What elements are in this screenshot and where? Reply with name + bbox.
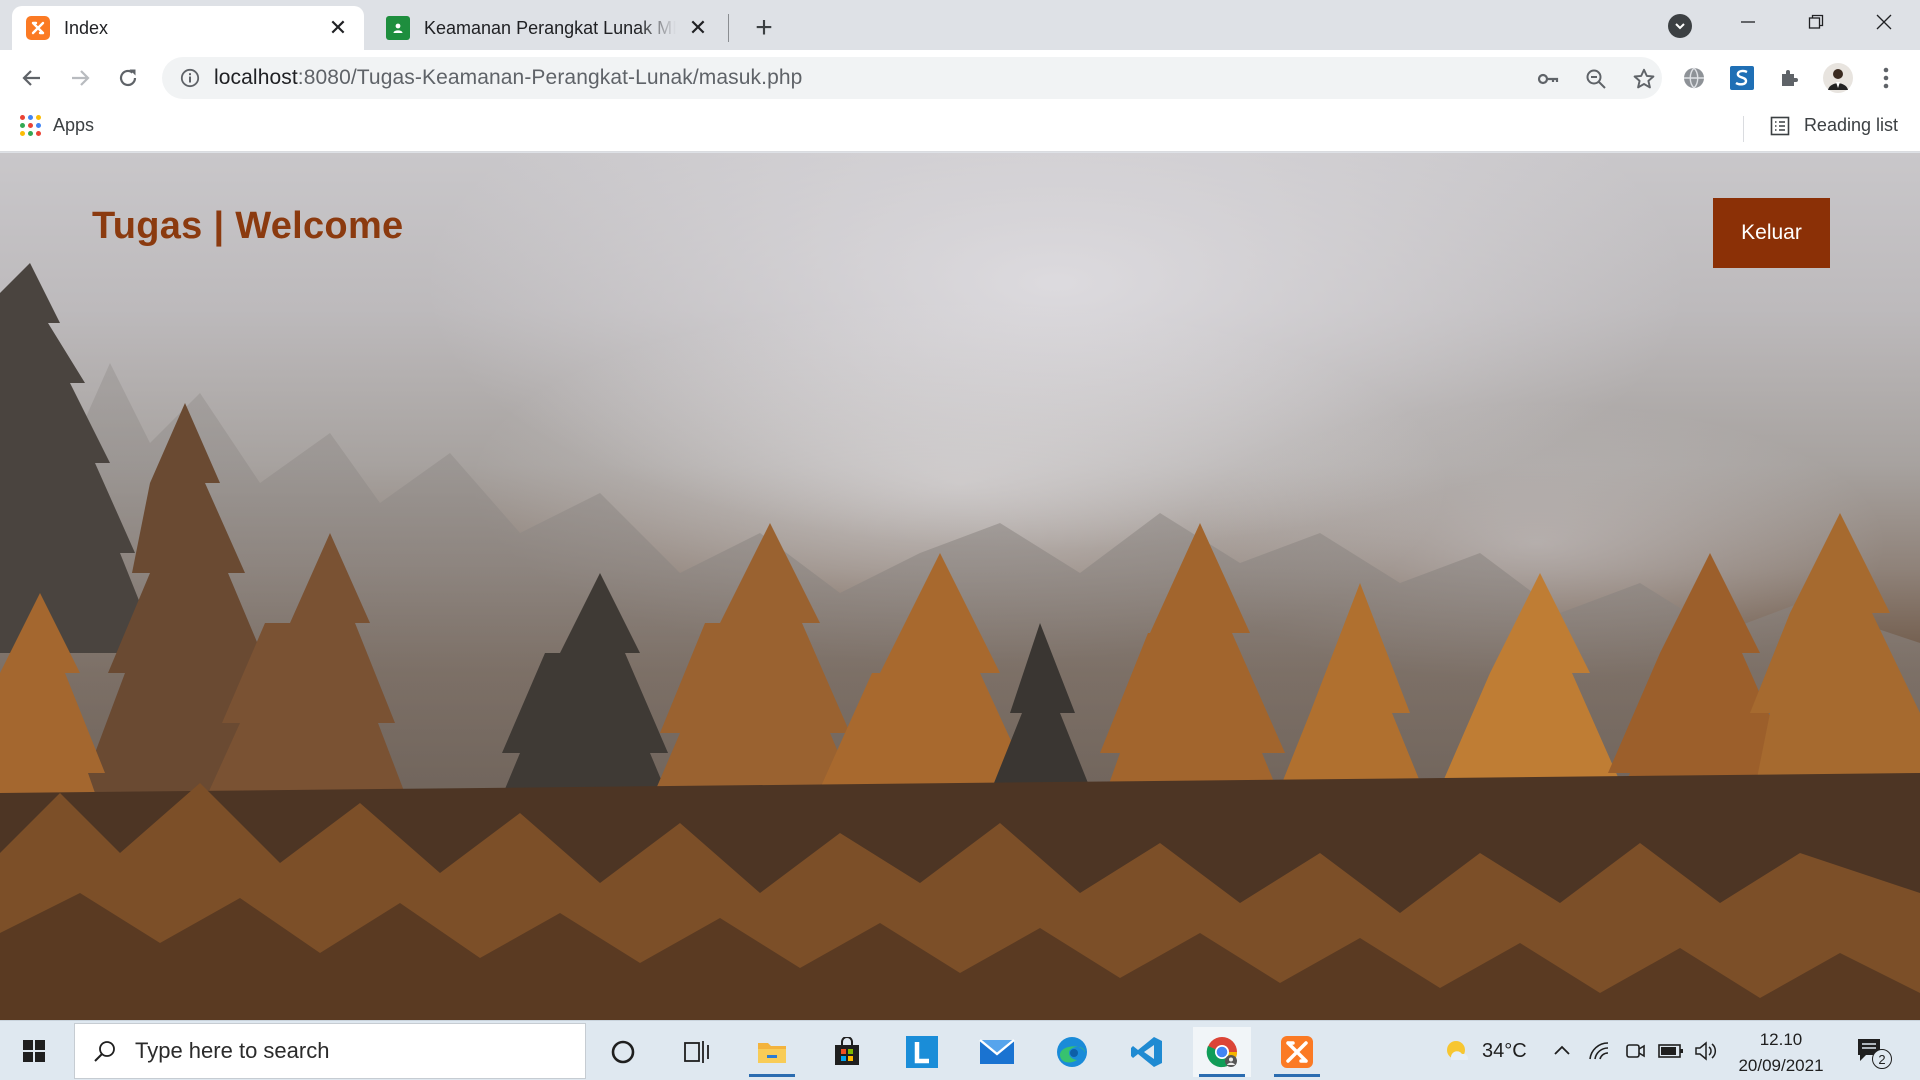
tab-search-icon[interactable] <box>1668 14 1692 38</box>
extensions-puzzle-icon[interactable] <box>1774 62 1806 94</box>
task-view-icon[interactable] <box>668 1027 726 1077</box>
taskbar-search-box[interactable]: Type here to search <box>74 1023 586 1079</box>
microsoft-store-icon[interactable] <box>818 1027 876 1077</box>
cortana-icon[interactable] <box>594 1027 652 1077</box>
bookmark-star-icon[interactable] <box>1630 65 1658 93</box>
page-title: Tugas | Welcome <box>92 205 404 247</box>
meet-now-icon[interactable] <box>1624 1021 1646 1080</box>
tab-separator <box>728 14 729 42</box>
wifi-icon[interactable] <box>1588 1021 1612 1080</box>
browser-toolbar: localhost:8080/Tugas-Keamanan-Perangkat-… <box>0 50 1920 106</box>
tab-title: Keamanan Perangkat Lunak MI 2 <box>424 17 676 38</box>
xampp-icon[interactable] <box>1268 1027 1326 1077</box>
windows-taskbar: Type here to search 34°C 12.10 20/09/202… <box>0 1020 1920 1080</box>
url-text: localhost:8080/Tugas-Keamanan-Perangkat-… <box>214 66 803 89</box>
chrome-menu-icon[interactable] <box>1870 62 1902 94</box>
close-icon[interactable]: ✕ <box>326 15 350 40</box>
mail-icon[interactable] <box>968 1027 1026 1077</box>
apps-grid-icon <box>20 115 41 136</box>
new-tab-button[interactable]: + <box>748 11 780 44</box>
forward-button[interactable] <box>60 58 100 98</box>
weather-temperature: 34°C <box>1482 1039 1527 1062</box>
notification-icon: 2 <box>1856 1037 1892 1069</box>
profile-avatar[interactable] <box>1822 62 1854 94</box>
close-icon[interactable]: ✕ <box>686 15 710 40</box>
taskbar-clock[interactable]: 12.10 20/09/2021 <box>1726 1027 1836 1079</box>
tab-title: Index <box>64 17 109 38</box>
clock-time: 12.10 <box>1759 1030 1803 1049</box>
tab-strip: Index ✕ Keamanan Perangkat Lunak MI 2 ✕ … <box>0 0 1920 50</box>
s-extension-icon[interactable] <box>1726 62 1758 94</box>
tab-index[interactable]: Index ✕ <box>12 6 364 50</box>
xampp-icon <box>26 16 50 40</box>
action-center-button[interactable]: 2 <box>1856 1021 1892 1080</box>
battery-icon[interactable] <box>1658 1021 1684 1080</box>
globe-extension-icon[interactable] <box>1678 62 1710 94</box>
file-explorer-icon[interactable] <box>743 1027 801 1077</box>
reading-list-label: Reading list <box>1803 115 1898 135</box>
reload-button[interactable] <box>108 58 148 98</box>
search-placeholder: Type here to search <box>135 1038 330 1063</box>
notification-count: 2 <box>1872 1049 1892 1069</box>
apps-label: Apps <box>53 115 95 135</box>
bookmarks-separator <box>1743 116 1744 142</box>
address-bar[interactable]: localhost:8080/Tugas-Keamanan-Perangkat-… <box>162 57 1662 99</box>
back-button[interactable] <box>12 58 52 98</box>
forest-background-image <box>0 263 1920 1020</box>
reading-list-button[interactable]: Reading list <box>1770 115 1898 136</box>
show-hidden-icons-chevron-icon[interactable] <box>1552 1021 1572 1080</box>
weather-sun-icon <box>1442 1036 1472 1066</box>
edge-icon[interactable] <box>1043 1027 1101 1077</box>
zoom-out-icon[interactable] <box>1582 65 1610 93</box>
restore-button[interactable] <box>1786 0 1846 44</box>
chrome-icon[interactable] <box>1193 1027 1251 1077</box>
close-window-button[interactable] <box>1854 0 1914 44</box>
volume-icon[interactable] <box>1694 1021 1718 1080</box>
weather-widget[interactable]: 34°C <box>1442 1021 1527 1080</box>
vscode-icon[interactable] <box>1118 1027 1176 1077</box>
tab-classroom[interactable]: Keamanan Perangkat Lunak MI 2 ✕ <box>372 6 724 50</box>
windows-start-button[interactable] <box>10 1031 58 1071</box>
clock-date: 20/09/2021 <box>1738 1056 1824 1075</box>
page-content: Tugas | Welcome Keluar <box>0 153 1920 1020</box>
reading-list-icon <box>1770 116 1790 136</box>
logout-button[interactable]: Keluar <box>1713 198 1830 268</box>
search-icon <box>93 1039 117 1063</box>
l-app-icon[interactable] <box>893 1027 951 1077</box>
minimize-button[interactable] <box>1718 0 1778 44</box>
bookmarks-bar: Apps Reading list <box>0 106 1920 152</box>
google-classroom-icon <box>386 16 410 40</box>
key-icon[interactable] <box>1534 65 1562 93</box>
apps-shortcut[interactable]: Apps <box>20 115 94 136</box>
site-info-icon[interactable] <box>170 57 210 99</box>
